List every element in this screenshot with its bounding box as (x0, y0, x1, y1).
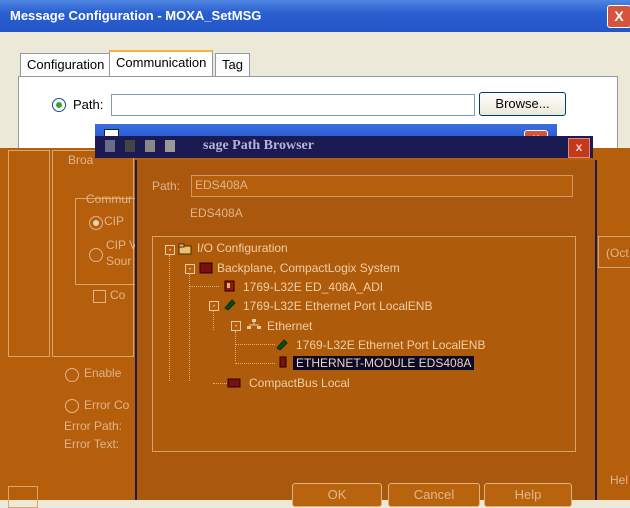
tree-line (169, 255, 170, 381)
tree-line (213, 383, 227, 384)
tree-controller[interactable]: 1769-L32E ED_408A_ADI (243, 280, 383, 294)
tree-ethernet-module[interactable]: ETHERNET-MODULE EDS408A (293, 356, 475, 370)
cip-label: CIP (104, 214, 125, 228)
path-radio[interactable] (52, 98, 66, 112)
right-help-label[interactable]: Hel (610, 473, 628, 487)
cancel-button[interactable]: Cancel (388, 483, 480, 507)
tree-ethernet-port[interactable]: 1769-L32E Ethernet Port LocalENB (243, 299, 432, 313)
browser-title: sage Path Browser (203, 138, 314, 153)
right-frame (598, 236, 630, 268)
error-path-label: Error Path: (64, 419, 123, 433)
bus-icon (227, 378, 241, 388)
browser-path-echo: EDS408A (190, 206, 243, 220)
collapse-icon[interactable]: - (209, 301, 219, 311)
tree-compactbus[interactable]: CompactBus Local (249, 376, 350, 390)
cip-vid-label: CIP V (106, 238, 138, 252)
tab-communication[interactable]: Communication (109, 50, 214, 78)
cip-radio[interactable] (89, 216, 103, 230)
tree-io-configuration[interactable]: I/O Configuration (197, 241, 288, 255)
tree-line (189, 274, 190, 381)
network-icon (247, 319, 261, 329)
app-icon-2 (125, 140, 135, 152)
path-label: Path: (73, 97, 104, 112)
ethernet-port-icon (276, 339, 288, 350)
controller-icon (224, 280, 235, 292)
window-close-button[interactable]: X (607, 5, 630, 28)
tab-bar: Configuration Communication Tag (18, 50, 618, 78)
browser-titlebar: sage Path Browser (95, 136, 593, 158)
cip-vid-radio[interactable] (89, 248, 103, 262)
ethernet-port-icon (224, 299, 236, 310)
tree-line (235, 331, 236, 361)
browser-path-label: Path: (152, 179, 181, 193)
tab-tag[interactable]: Tag (215, 53, 250, 76)
tree-ethernet[interactable]: Ethernet (267, 319, 312, 333)
broadcast-label: Broa (68, 153, 94, 167)
enable-label: Enable (84, 366, 122, 380)
browser-path-input[interactable]: EDS408A (191, 175, 573, 197)
left-frame (8, 150, 50, 357)
collapse-icon[interactable]: - (231, 321, 241, 331)
tab-configuration[interactable]: Configuration (20, 53, 112, 76)
error-code-label: Error Co (84, 398, 130, 412)
browser-path-value: EDS408A (195, 178, 248, 192)
backplane-icon (199, 262, 213, 274)
collapse-icon[interactable]: - (185, 264, 195, 274)
connected-checkbox[interactable] (93, 290, 106, 303)
module-icon (279, 356, 287, 368)
tree-backplane[interactable]: Backplane, CompactLogix System (217, 261, 400, 275)
app-icon (105, 140, 115, 152)
left-bottom-button[interactable] (8, 486, 38, 508)
error-text-label: Error Text: (64, 437, 120, 451)
enable-indicator (65, 368, 79, 382)
app-icon-3 (145, 140, 155, 152)
path-input[interactable] (111, 94, 475, 116)
source-label: Sour (106, 254, 132, 268)
connected-label: Co (110, 288, 126, 302)
io-tree: - I/O Configuration - Backplane, Compact… (152, 236, 576, 452)
browser-close-button[interactable]: x (568, 138, 590, 158)
tree-line (189, 286, 219, 287)
ok-button[interactable]: OK (292, 483, 382, 507)
window-title: Message Configuration - MOXA_SetMSG (10, 8, 262, 23)
tree-line (235, 363, 275, 364)
app-icon-4 (165, 140, 175, 152)
comm-method-label: Commur (86, 192, 133, 206)
help-button[interactable]: Help (484, 483, 572, 507)
folder-icon (178, 243, 192, 255)
window-titlebar: Message Configuration - MOXA_SetMSG X (0, 0, 630, 32)
tree-line (213, 310, 214, 330)
tree-ethernet-port-local[interactable]: 1769-L32E Ethernet Port LocalENB (296, 338, 485, 352)
error-code-indicator (65, 399, 79, 413)
tree-line (235, 344, 275, 345)
browse-button[interactable]: Browse... (479, 92, 566, 116)
collapse-icon[interactable]: - (165, 245, 175, 255)
